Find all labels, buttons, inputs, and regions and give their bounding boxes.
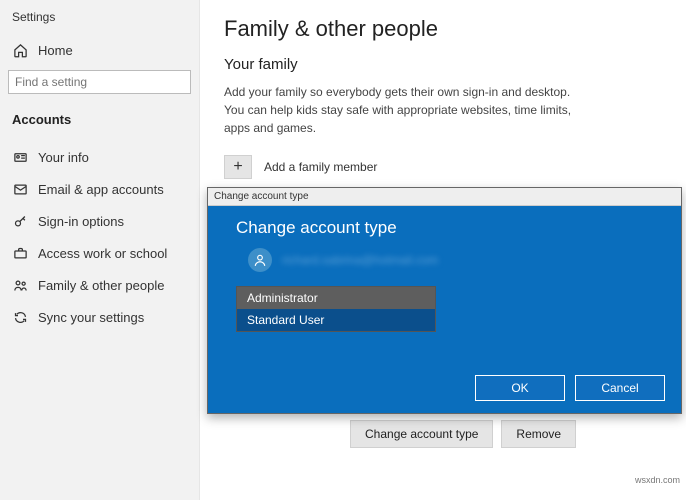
briefcase-icon [12,245,28,261]
sidebar-item-sync[interactable]: Sync your settings [0,301,199,333]
cancel-button[interactable]: Cancel [575,375,665,401]
sidebar-item-your-info[interactable]: Your info [0,141,199,173]
avatar-icon [248,248,272,272]
sidebar: Settings Home Accounts Your info Email &… [0,0,200,500]
sidebar-section-heading: Accounts [0,108,199,141]
change-account-type-button[interactable]: Change account type [350,420,493,448]
dialog-user-row: richard.sabrina@hotmail.com [248,248,653,272]
sidebar-item-label: Email & app accounts [38,182,164,197]
change-account-type-dialog: Change account type Change account type … [207,187,682,414]
sync-icon [12,309,28,325]
nav-home-label: Home [38,43,73,58]
sidebar-item-work[interactable]: Access work or school [0,237,199,269]
dialog-footer: OK Cancel [475,375,665,401]
dialog-heading: Change account type [236,218,653,238]
user-email: richard.sabrina@hotmail.com [282,253,438,267]
dialog-body: Change account type richard.sabrina@hotm… [208,206,681,344]
sidebar-item-family[interactable]: Family & other people [0,269,199,301]
watermark: wsxdn.com [635,475,680,485]
remove-button[interactable]: Remove [501,420,576,448]
id-card-icon [12,149,28,165]
sidebar-item-label: Sign-in options [38,214,124,229]
member-action-buttons: Change account type Remove [350,420,576,448]
sidebar-item-label: Your info [38,150,89,165]
home-icon [12,42,28,58]
search-wrap [8,70,191,94]
sidebar-item-label: Access work or school [38,246,167,261]
sidebar-item-email[interactable]: Email & app accounts [0,173,199,205]
add-family-member-row[interactable]: + Add a family member [224,155,662,179]
people-icon [12,277,28,293]
key-icon [12,213,28,229]
sidebar-item-signin[interactable]: Sign-in options [0,205,199,237]
page-subtitle: Your family [224,56,662,73]
search-input[interactable] [8,70,191,94]
ok-button[interactable]: OK [475,375,565,401]
app-title: Settings [0,8,199,34]
settings-window: Settings Home Accounts Your info Email &… [0,0,686,500]
dialog-titlebar: Change account type [208,188,681,206]
mail-icon [12,181,28,197]
family-description: Add your family so everybody gets their … [224,83,584,137]
sidebar-item-label: Sync your settings [38,310,144,325]
add-family-member-label: Add a family member [264,160,377,174]
option-administrator[interactable]: Administrator [237,287,435,309]
option-standard-user[interactable]: Standard User [237,309,435,331]
sidebar-item-label: Family & other people [38,278,164,293]
account-type-dropdown[interactable]: Administrator Standard User [236,286,436,332]
nav-home[interactable]: Home [0,34,199,66]
plus-icon: + [224,155,252,179]
page-title: Family & other people [224,16,662,42]
